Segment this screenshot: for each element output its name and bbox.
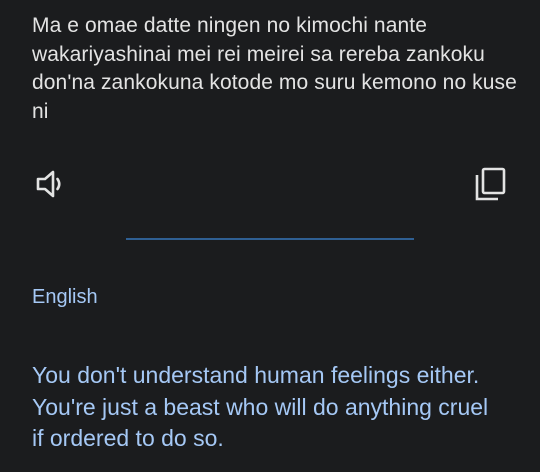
speaker-icon	[36, 170, 61, 198]
divider	[126, 238, 414, 240]
copy-icon	[475, 167, 506, 201]
listen-button[interactable]	[30, 164, 72, 204]
source-text: Ma e omae datte ningen no kimochi nante …	[32, 14, 517, 123]
translation-text: You don't understand human feelings eith…	[32, 362, 489, 451]
copy-button[interactable]	[468, 162, 512, 206]
target-language-label: English	[32, 286, 98, 308]
